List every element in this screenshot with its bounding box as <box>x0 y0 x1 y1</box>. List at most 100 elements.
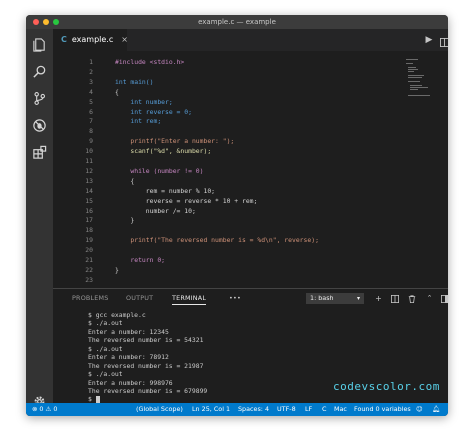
line-number: 21 <box>85 256 93 264</box>
tab-output[interactable]: OUTPUT <box>126 294 153 302</box>
terminal-line: The reversed number is = 679899 <box>88 386 208 395</box>
extensions-icon[interactable] <box>32 145 47 160</box>
code-line: number /= 10; <box>115 206 196 215</box>
code-line: } <box>115 265 119 274</box>
language-status[interactable]: C <box>322 403 326 416</box>
vscode-window: example.c — example C example.c × ▶ 1 #i… <box>26 15 448 416</box>
line-number: 12 <box>85 166 93 175</box>
terminal-line: Enter a number: 998976 <box>88 378 173 387</box>
close-window-button[interactable] <box>33 19 39 25</box>
minimize-window-button[interactable] <box>43 19 49 25</box>
terminal-line: The reversed number is = 21987 <box>88 361 204 370</box>
trash-icon[interactable] <box>408 295 416 303</box>
panel-more-icon[interactable]: ••• <box>229 294 241 302</box>
terminal-output[interactable]: $ gcc example.c $ ./a.out Enter a number… <box>88 311 207 404</box>
toggle-panel-icon[interactable] <box>441 295 448 303</box>
line-number: 17 <box>85 216 93 225</box>
line-number: 2 <box>89 67 93 76</box>
code-line: int number; <box>115 97 173 106</box>
code-line: scanf("%d", &number); <box>115 147 212 156</box>
code-line: int rem; <box>115 117 162 126</box>
activity-bar <box>26 29 53 416</box>
source-control-icon[interactable] <box>32 91 47 106</box>
line-number: 23 <box>85 275 93 284</box>
code-line: { <box>115 87 119 96</box>
code-line: while (number != 0) <box>115 166 204 175</box>
notifications-bell-icon[interactable]: 🔔︎ <box>432 403 440 416</box>
terminal-line: Enter a number: 12345 <box>88 327 169 336</box>
platform-status[interactable]: Mac <box>334 403 347 416</box>
chevron-down-icon: ▾ <box>356 295 360 302</box>
terminal-select[interactable]: 1: bash ▾ <box>306 293 364 304</box>
window-title: example.c — example <box>198 18 276 26</box>
line-number: 6 <box>89 107 93 116</box>
line-number: 3 <box>89 77 93 86</box>
minimap[interactable] <box>404 58 432 98</box>
tab-filename: example.c <box>71 35 114 44</box>
search-icon[interactable] <box>32 64 47 79</box>
code-line: return 0; <box>115 256 166 264</box>
feedback-icon[interactable]: ☺ <box>416 403 423 416</box>
line-number: 15 <box>85 196 93 205</box>
code-line: printf("The reversed number is = %d\n", … <box>115 236 319 245</box>
cursor-position[interactable]: Ln 25, Col 1 <box>192 403 230 416</box>
encoding-status[interactable]: UTF-8 <box>277 403 296 416</box>
warning-count: 0 <box>53 405 58 413</box>
tab-problems[interactable]: PROBLEMS <box>72 294 108 302</box>
code-editor[interactable]: 1 #include <stdio.h> 2 3 int main() 4 { 5 i… <box>53 58 448 284</box>
error-count: 0 <box>39 405 44 413</box>
line-number: 5 <box>89 97 93 106</box>
code-line: int main() <box>115 77 154 86</box>
line-number: 9 <box>89 137 93 146</box>
scope-status[interactable]: (Global Scope) <box>136 403 183 416</box>
line-number: 7 <box>89 117 93 126</box>
line-number: 4 <box>89 87 93 96</box>
c-file-icon: C <box>61 35 67 44</box>
eol-status[interactable]: LF <box>305 403 312 416</box>
line-number: 18 <box>85 226 93 235</box>
code-line: } <box>115 216 135 225</box>
code-line: reverse = reverse * 10 + rem; <box>115 196 258 205</box>
terminal-line: $ ./a.out <box>88 319 123 328</box>
split-editor-icon[interactable] <box>440 38 448 47</box>
problems-status[interactable]: ⊗ 0 ⚠ 0 <box>32 403 57 416</box>
line-number: 22 <box>85 265 93 274</box>
terminal-select-value: 1: bash <box>310 294 334 302</box>
line-number: 8 <box>89 127 93 136</box>
terminal-line: $ ./a.out <box>88 344 123 353</box>
line-number: 19 <box>85 236 93 245</box>
warning-icon: ⚠ <box>45 405 52 413</box>
debug-icon[interactable] <box>32 118 47 133</box>
line-number: 10 <box>85 147 93 156</box>
tab-terminal[interactable]: TERMINAL <box>172 294 207 305</box>
title-bar: example.c — example <box>26 15 448 29</box>
terminal-line: The reversed number is = 54321 <box>88 336 204 345</box>
status-bar: ⊗ 0 ⚠ 0 (Global Scope) Ln 25, Col 1 Spac… <box>26 403 448 416</box>
zoom-window-button[interactable] <box>53 19 59 25</box>
close-tab-icon[interactable]: × <box>121 35 128 44</box>
terminal-line: $ gcc example.c <box>88 311 146 319</box>
code-line: { <box>115 176 135 185</box>
line-number: 14 <box>85 186 93 195</box>
split-terminal-icon[interactable] <box>391 295 399 303</box>
terminal-line: Enter a number: 78912 <box>88 353 169 362</box>
indentation-status[interactable]: Spaces: 4 <box>238 403 269 416</box>
code-line: rem = number % 10; <box>115 186 216 195</box>
add-terminal-icon[interactable]: + <box>373 293 384 304</box>
editor-tab-bar: Cexample.c× ▶ ··· <box>53 29 448 51</box>
code-line: #include <stdio.h> <box>115 58 185 66</box>
line-number: 11 <box>85 157 93 165</box>
error-icon: ⊗ <box>32 405 38 413</box>
terminal-line: $ ./a.out <box>88 370 123 379</box>
terminal-cursor <box>95 395 100 403</box>
run-icon[interactable]: ▶ <box>422 33 436 47</box>
line-number: 13 <box>85 176 93 185</box>
code-line: printf("Enter a number: "); <box>115 137 235 146</box>
maximize-panel-icon[interactable]: ⌃ <box>424 293 435 304</box>
variables-status[interactable]: Found 0 variables <box>354 403 411 416</box>
line-number: 16 <box>85 206 93 215</box>
line-number: 20 <box>85 246 93 255</box>
files-icon[interactable] <box>32 37 47 52</box>
tab-example-c[interactable]: Cexample.c × <box>53 29 128 51</box>
line-number: 1 <box>89 58 93 66</box>
